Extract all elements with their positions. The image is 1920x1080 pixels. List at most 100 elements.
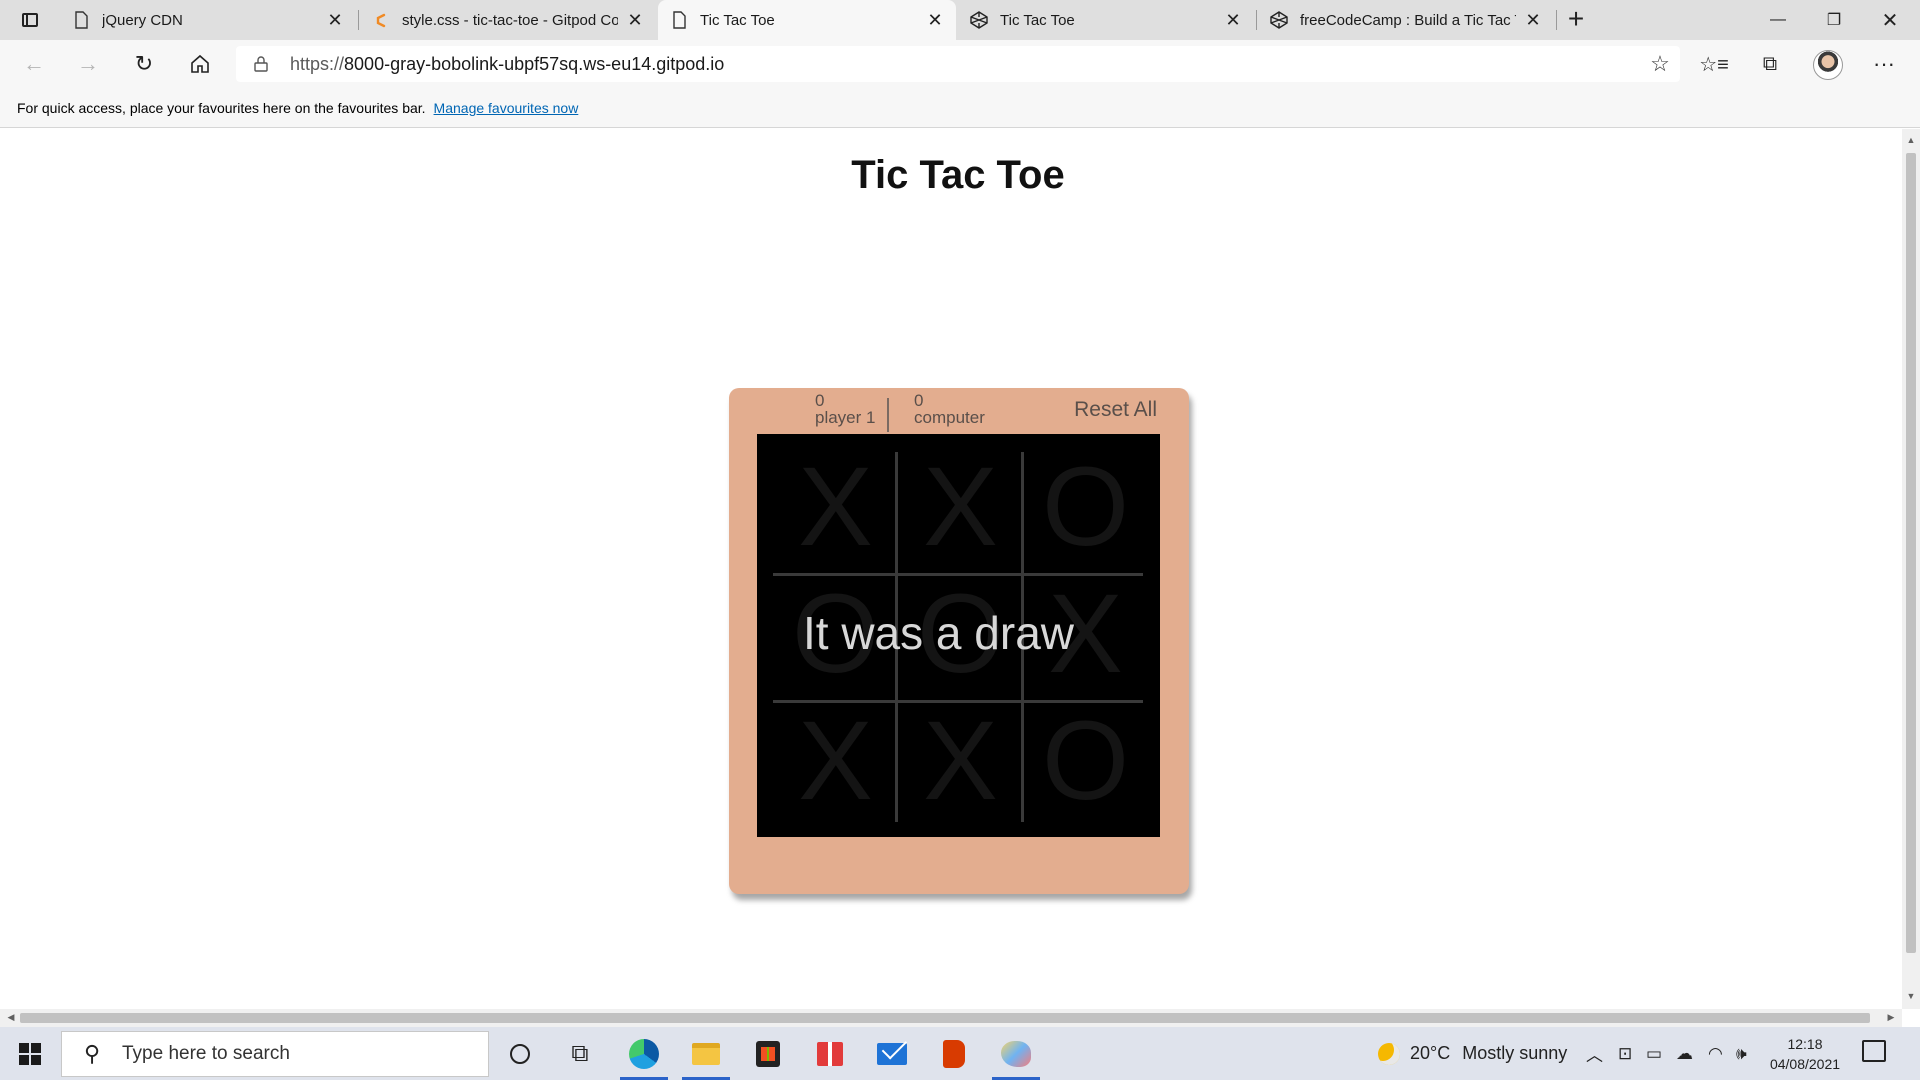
computer-label: computer (914, 408, 985, 427)
windows-taskbar: ⚲ Type here to search ⧉ 20°C Mostly sunn… (0, 1027, 1920, 1080)
paint-button[interactable] (986, 1027, 1046, 1080)
refresh-button[interactable]: ↻ (126, 48, 162, 80)
notifications-icon[interactable] (1862, 1040, 1886, 1062)
home-button[interactable] (182, 48, 218, 80)
grid-line (773, 700, 1143, 703)
tab-freecodecamp[interactable]: freeCodeCamp : Build a Tic Tac To ✕ (1258, 0, 1554, 40)
horizontal-scrollbar[interactable]: ◀ ▶ (0, 1009, 1902, 1027)
scroll-left-arrow[interactable]: ◀ (4, 1012, 18, 1023)
close-tab-icon[interactable]: ✕ (1524, 10, 1542, 31)
back-button[interactable]: ← (16, 48, 52, 80)
store-icon (756, 1040, 780, 1067)
manage-favourites-link[interactable]: Manage favourites now (434, 100, 579, 116)
collections-button[interactable]: ⧉ (1752, 48, 1788, 80)
page-title: Tic Tac Toe (851, 153, 1065, 197)
edge-taskbar-button[interactable] (614, 1027, 674, 1080)
score-divider (887, 398, 889, 432)
game-panel: 0 player 1 0 computer Reset All X X O O … (729, 388, 1189, 894)
close-tab-icon[interactable]: ✕ (326, 10, 344, 31)
restore-button[interactable]: ❐ (1806, 0, 1862, 40)
home-icon (191, 54, 209, 73)
vertical-scrollbar[interactable]: ▲ ▼ (1902, 129, 1920, 1009)
start-button[interactable] (0, 1027, 60, 1080)
favourites-hint: For quick access, place your favourites … (17, 99, 426, 116)
url-text[interactable]: https://8000-gray-bobolink-ubpf57sq.ws-e… (290, 54, 724, 75)
meet-now-icon[interactable]: ⊡ (1618, 1027, 1632, 1080)
tab-jquery-cdn[interactable]: jQuery CDN ✕ (60, 0, 356, 40)
file-explorer-button[interactable] (676, 1027, 736, 1080)
favourites-button[interactable]: ☆≡ (1696, 48, 1732, 80)
office-button[interactable] (924, 1027, 984, 1080)
board-cell[interactable]: X (773, 698, 898, 823)
weather-sun-icon (1378, 1042, 1400, 1065)
weather-description: Mostly sunny (1462, 1043, 1568, 1063)
tab-title: Tic Tac Toe (1000, 11, 1075, 29)
add-favourite-icon[interactable]: ☆ (1648, 52, 1672, 76)
show-hidden-icons[interactable]: ︿ (1586, 1027, 1603, 1080)
battery-icon[interactable]: ▭ (1646, 1027, 1662, 1080)
weather-widget[interactable]: 20°C Mostly sunny (1378, 1027, 1567, 1080)
player1-label: player 1 (815, 408, 876, 427)
board-cell[interactable]: O (1023, 698, 1148, 823)
cortana-button[interactable] (490, 1027, 550, 1080)
tab-actions-button[interactable] (12, 6, 48, 34)
url-scheme: https:// (290, 54, 345, 74)
wifi-icon[interactable]: ◠ (1708, 1027, 1723, 1080)
forward-button[interactable]: → (70, 48, 106, 80)
onedrive-icon[interactable]: ☁ (1676, 1027, 1693, 1080)
tab-actions-icon (22, 13, 38, 27)
reset-all-button[interactable]: Reset All (1074, 398, 1157, 422)
cortana-icon (510, 1043, 530, 1064)
tab-tic-tac-toe-active[interactable]: Tic Tac Toe ✕ (658, 0, 956, 40)
new-tab-button[interactable]: + (1562, 5, 1590, 34)
page-icon (75, 11, 88, 29)
close-tab-icon[interactable]: ✕ (1224, 10, 1242, 31)
taskbar-search-box[interactable]: ⚲ Type here to search (61, 1031, 489, 1077)
board-cell[interactable]: O (1023, 444, 1148, 569)
favourites-list-icon: ☆≡ (1699, 53, 1729, 76)
settings-more-button[interactable]: ··· (1866, 48, 1902, 80)
tab-gitpod-style-css[interactable]: style.css - tic-tac-toe - Gitpod Co ✕ (360, 0, 656, 40)
address-bar[interactable]: https://8000-gray-bobolink-ubpf57sq.ws-e… (236, 46, 1680, 82)
scroll-thumb[interactable] (1906, 153, 1916, 953)
profile-avatar[interactable] (1813, 50, 1843, 80)
office-icon (943, 1039, 965, 1068)
weather-temperature: 20°C (1410, 1043, 1451, 1063)
codepen-icon (1270, 11, 1288, 29)
system-clock[interactable]: 12:18 04/08/2021 (1768, 1034, 1842, 1074)
player1-score-value: 0 (815, 391, 825, 410)
board-cell[interactable]: X (773, 444, 898, 569)
minimize-button[interactable]: — (1750, 0, 1806, 40)
page-icon (673, 11, 686, 29)
tab-title: freeCodeCamp : Build a Tic Tac To (1300, 11, 1516, 29)
board-cell[interactable]: X (898, 698, 1023, 823)
task-view-button[interactable]: ⧉ (550, 1027, 610, 1080)
scroll-thumb[interactable] (20, 1013, 1870, 1023)
computer-score-value: 0 (914, 391, 924, 410)
url-host: 8000-gray-bobolink-ubpf57sq.ws-eu14.gitp… (344, 54, 725, 74)
scroll-right-arrow[interactable]: ▶ (1884, 1012, 1898, 1023)
mail-button[interactable] (862, 1027, 922, 1080)
close-window-button[interactable]: ✕ (1862, 0, 1918, 40)
tab-tic-tac-toe-codepen[interactable]: Tic Tac Toe ✕ (958, 0, 1254, 40)
close-tab-icon[interactable]: ✕ (626, 10, 644, 31)
close-tab-icon[interactable]: ✕ (926, 10, 944, 31)
store-button[interactable] (738, 1027, 798, 1080)
volume-icon[interactable]: 🕪 (1736, 1027, 1747, 1080)
computer-score: 0 computer (914, 392, 985, 426)
gitpod-icon (376, 13, 386, 28)
scroll-up-arrow[interactable]: ▲ (1902, 135, 1920, 149)
grid-line (773, 573, 1143, 576)
player1-score: 0 player 1 (815, 392, 875, 426)
tab-separator (1256, 10, 1257, 30)
collections-icon: ⧉ (1762, 52, 1778, 75)
gift-icon (817, 1041, 843, 1066)
search-placeholder: Type here to search (122, 1043, 290, 1064)
gift-app-button[interactable] (800, 1027, 860, 1080)
board-cell[interactable]: X (898, 444, 1023, 569)
task-view-icon: ⧉ (571, 1039, 589, 1067)
browser-toolbar: ← → ↻ https://8000-gray-bobolink-ubpf57s… (0, 40, 1920, 88)
scroll-down-arrow[interactable]: ▼ (1902, 991, 1920, 1005)
clock-date: 04/08/2021 (1769, 1056, 1841, 1072)
mail-icon (877, 1042, 907, 1065)
